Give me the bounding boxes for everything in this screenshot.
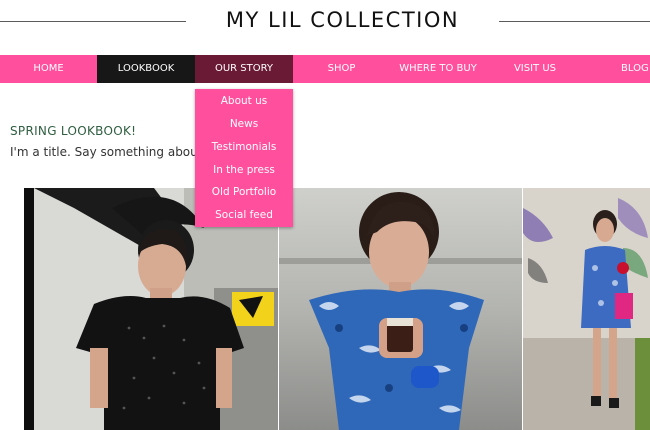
photo-blue-floral-dress-image — [523, 188, 650, 430]
dropdown-item-old-portfolio[interactable]: Old Portfolio — [195, 182, 293, 202]
lookbook-subtitle: I'm a title. Say something about — [10, 145, 195, 159]
chevron-left-icon — [2, 295, 17, 325]
photo-blue-ruffle-dress[interactable] — [279, 188, 522, 430]
dropdown-item-about-us[interactable]: About us — [195, 91, 293, 111]
our-story-dropdown: About us News Testimonials In the press … — [195, 89, 293, 227]
header-rule-right — [499, 21, 650, 22]
main-nav: HOME LOOKBOOK OUR STORY SHOP WHERE TO BU… — [0, 55, 650, 83]
nav-item-lookbook[interactable]: LOOKBOOK — [97, 55, 195, 83]
lookbook-heading: SPRING LOOKBOOK! — [10, 124, 137, 138]
nav-item-blog[interactable]: BLOG — [584, 55, 650, 83]
site-title[interactable]: MY LIL COLLECTION — [186, 8, 499, 32]
dropdown-item-testimonials[interactable]: Testimonials — [195, 137, 293, 157]
nav-item-our-story[interactable]: OUR STORY — [195, 55, 293, 83]
nav-item-home[interactable]: HOME — [0, 55, 97, 83]
photo-blue-floral-dress[interactable] — [523, 188, 650, 430]
gallery-prev-button[interactable] — [0, 290, 22, 330]
dropdown-item-social-feed[interactable]: Social feed — [195, 205, 293, 225]
photo-prev-sliver[interactable] — [24, 188, 34, 430]
nav-item-where-to-buy[interactable]: WHERE TO BUY — [390, 55, 486, 83]
header-rule-left — [0, 21, 186, 22]
nav-item-shop[interactable]: SHOP — [293, 55, 390, 83]
photo-gallery — [0, 188, 650, 430]
dropdown-item-news[interactable]: News — [195, 114, 293, 134]
site-header: MY LIL COLLECTION — [0, 0, 650, 55]
photo-blue-ruffle-dress-image — [279, 188, 522, 430]
dropdown-item-in-the-press[interactable]: In the press — [195, 160, 293, 180]
nav-item-visit-us[interactable]: VISIT US — [486, 55, 584, 83]
